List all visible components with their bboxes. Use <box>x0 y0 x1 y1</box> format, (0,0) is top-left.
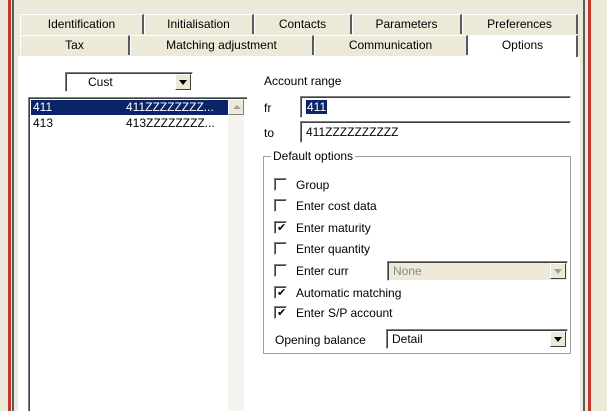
opening-balance-dropdown[interactable]: Detail <box>386 329 568 349</box>
account-list-scrollbar[interactable] <box>228 99 244 411</box>
enter-quantity-label: Enter quantity <box>296 242 371 256</box>
tab-parameters[interactable]: Parameters <box>352 14 462 34</box>
account-type-value: Cust <box>88 75 113 89</box>
account-list[interactable]: 411 411ZZZZZZZZ... 413 413ZZZZZZZZ... <box>28 97 247 411</box>
account-type-dropdown-button[interactable] <box>175 74 191 90</box>
account-to-input[interactable]: 411ZZZZZZZZZZ <box>300 121 571 143</box>
group-label: Group <box>296 178 330 192</box>
tab-tax[interactable]: Tax <box>20 35 130 55</box>
automatic-matching-label: Automatic matching <box>296 286 402 300</box>
enter-cost-data-checkbox[interactable] <box>274 199 287 212</box>
chevron-down-icon <box>554 269 562 274</box>
list-item[interactable]: 411 411ZZZZZZZZ... <box>31 100 229 115</box>
opening-balance-label: Opening balance <box>275 333 366 347</box>
default-options-title: Default options <box>271 149 356 163</box>
enter-maturity-label: Enter maturity <box>296 221 371 235</box>
enter-curr-checkbox[interactable] <box>274 264 287 277</box>
opening-balance-value: Detail <box>392 332 423 346</box>
chevron-down-icon <box>179 80 187 85</box>
window-frame-left <box>0 0 16 411</box>
enter-cost-data-label: Enter cost data <box>296 199 377 213</box>
checkmark-icon: ✔ <box>277 222 287 234</box>
group-checkbox[interactable] <box>274 178 287 191</box>
to-label: to <box>264 126 275 140</box>
scroll-up-button[interactable] <box>228 99 244 115</box>
enter-quantity-checkbox[interactable] <box>274 242 287 255</box>
list-item[interactable]: 413 413ZZZZZZZZ... <box>31 116 229 131</box>
enter-sp-account-checkbox[interactable]: ✔ <box>274 306 287 319</box>
window-frame-right <box>583 0 607 411</box>
tab-initialisation[interactable]: Initialisation <box>144 14 254 34</box>
tab-matching-adjustment[interactable]: Matching adjustment <box>130 35 314 55</box>
opening-balance-dropdown-button[interactable] <box>550 331 566 347</box>
checkmark-icon: ✔ <box>277 287 287 299</box>
automatic-matching-checkbox[interactable]: ✔ <box>274 286 287 299</box>
enter-curr-label: Enter curr <box>296 264 349 278</box>
enter-sp-account-label: Enter S/P account <box>296 306 393 320</box>
tab-options[interactable]: Options <box>468 35 578 57</box>
account-range-title: Account range <box>264 74 342 88</box>
chevron-down-icon <box>554 337 562 342</box>
account-from-input[interactable]: 411 <box>300 96 571 118</box>
tab-contacts[interactable]: Contacts <box>254 14 352 34</box>
account-type-dropdown[interactable]: Cust <box>65 72 193 92</box>
currency-dropdown-button[interactable] <box>550 263 566 279</box>
enter-maturity-checkbox[interactable]: ✔ <box>274 221 287 234</box>
currency-value: None <box>393 264 422 278</box>
currency-dropdown[interactable]: None <box>387 261 568 281</box>
checkmark-icon: ✔ <box>277 307 287 319</box>
tab-communication[interactable]: Communication <box>314 35 468 55</box>
from-label: fr <box>264 101 272 115</box>
tab-preferences[interactable]: Preferences <box>462 14 578 34</box>
tab-identification[interactable]: Identification <box>20 14 144 34</box>
chevron-up-icon <box>233 105 241 109</box>
